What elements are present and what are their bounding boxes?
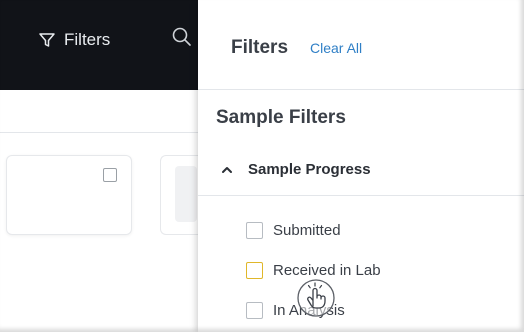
in-analysis-checkbox[interactable]: [246, 301, 263, 319]
filter-funnel-icon: [39, 33, 55, 47]
clear-all-link[interactable]: Clear All: [310, 40, 362, 56]
received-in-lab-checkbox[interactable]: [246, 261, 263, 279]
submitted-checkbox[interactable]: [246, 221, 263, 239]
filters-panel-header: Filters Clear All: [198, 0, 524, 90]
option-label: Submitted: [273, 221, 341, 239]
app-window: Filters Filters Clear All Sample Filters…: [0, 0, 524, 332]
sample-card-partial[interactable]: [160, 155, 198, 235]
sample-progress-toggle[interactable]: Sample Progress: [198, 144, 524, 196]
option-submitted[interactable]: Submitted: [246, 219, 341, 241]
chevron-up-icon: [222, 167, 232, 173]
search-button[interactable]: [170, 25, 194, 49]
section-title: Sample Filters: [216, 107, 346, 128]
sample-progress-label: Sample Progress: [248, 161, 371, 178]
filters-button[interactable]: Filters: [38, 28, 110, 52]
hand-pointer-icon: [297, 279, 335, 317]
panel-title: Filters: [231, 37, 289, 58]
filters-button-label: Filters: [64, 30, 111, 49]
search-icon: [172, 27, 191, 46]
background-divider: [0, 132, 198, 133]
filters-panel: Filters Clear All Sample Filters Sample …: [198, 0, 524, 332]
sample-card-chip: [175, 166, 197, 222]
sample-card[interactable]: [6, 155, 132, 235]
sample-card-checkbox[interactable]: [103, 168, 117, 182]
